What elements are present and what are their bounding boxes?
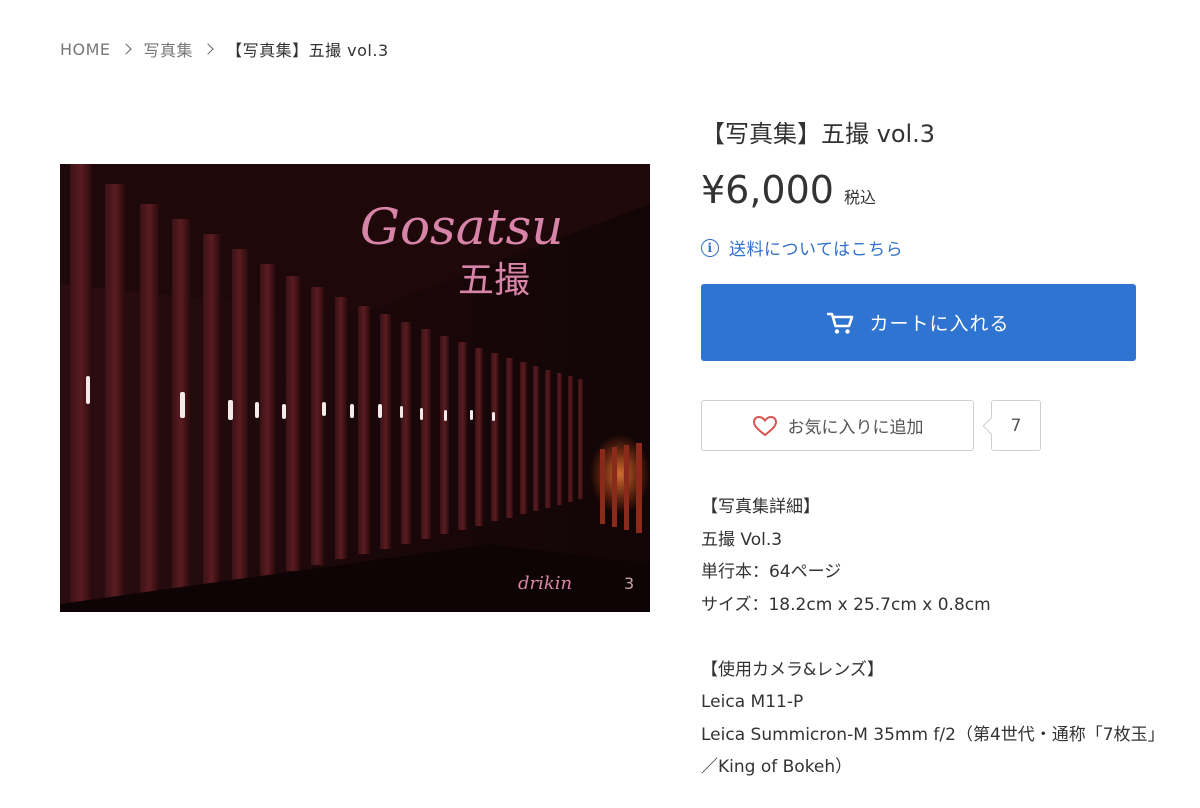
cover-volume: 3 (624, 574, 634, 593)
gear-line: Leica Summicron-M 35mm f/2（第4世代・通称「7枚玉」 (701, 724, 1165, 745)
product-image[interactable]: Gosatsu 五撮 drikin 3 (60, 164, 650, 612)
product-description: 【写真集詳細】 五撮 Vol.3 単行本：64ページ サイズ：18.2cm x … (701, 491, 1165, 784)
add-to-favorites-button[interactable]: お気に入りに追加 (701, 400, 974, 451)
tax-label: 税込 (843, 188, 876, 207)
product-price: ¥6,000 (701, 168, 834, 212)
photobook-cover: Gosatsu 五撮 drikin 3 (60, 164, 650, 612)
add-to-cart-label: カートに入れる (869, 313, 1010, 335)
shipping-link-label: 送料についてはこちら (729, 240, 904, 260)
breadcrumb-home[interactable]: HOME (60, 40, 111, 59)
detail-line: 単行本：64ページ (701, 562, 842, 582)
gear-line: Leica M11-P (701, 692, 804, 712)
favorite-count: 7 (991, 400, 1041, 451)
detail-line: 五撮 Vol.3 (701, 529, 783, 550)
cover-title: Gosatsu (360, 198, 563, 256)
chevron-right-icon (202, 43, 214, 55)
breadcrumb-category[interactable]: 写真集 (144, 37, 194, 61)
product-title: 【写真集】五撮 vol.3 (701, 120, 936, 148)
price-row: ¥6,000 税込 (701, 168, 876, 212)
cover-kanji: 五撮 (458, 260, 530, 301)
breadcrumb: HOME 写真集 【写真集】五撮 vol.3 (60, 37, 389, 61)
gear-heading: 【使用カメラ&レンズ】 (701, 659, 884, 680)
cover-author: drikin (518, 573, 572, 594)
info-icon: i (701, 238, 719, 257)
add-to-favorites-label: お気に入りに追加 (787, 418, 924, 437)
cart-icon (827, 311, 855, 335)
gear-line: ／King of Bokeh） (701, 757, 853, 777)
chevron-right-icon (119, 43, 132, 55)
shipping-info-link[interactable]: i 送料についてはこちら (701, 235, 903, 260)
add-to-cart-button[interactable]: カートに入れる (701, 284, 1136, 361)
breadcrumb-current: 【写真集】五撮 vol.3 (226, 41, 389, 60)
heart-icon (752, 415, 778, 437)
detail-line: サイズ：18.2cm x 25.7cm x 0.8cm (701, 594, 991, 615)
details-heading: 【写真集詳細】 (701, 497, 820, 517)
favorite-count-value: 7 (1010, 415, 1022, 436)
